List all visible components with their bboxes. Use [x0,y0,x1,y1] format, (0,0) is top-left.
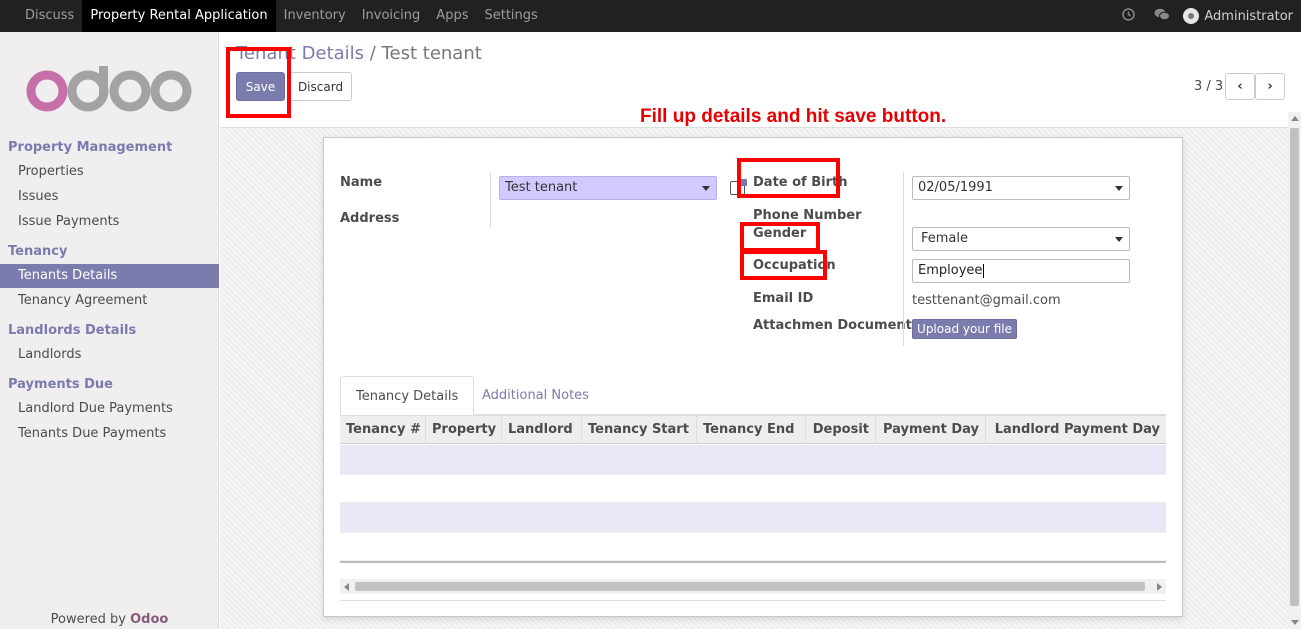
table-row [340,532,1166,561]
clock-icon[interactable] [1111,7,1145,25]
odoo-logo [26,66,192,112]
user-name: Administrator [1204,8,1293,24]
chevron-right-icon: › [1267,79,1273,94]
column-landlord-payment-day[interactable]: Landlord Payment Day [986,416,1166,444]
menu-invoicing[interactable]: Invoicing [354,0,429,32]
occupation-value: Employee [918,263,983,278]
chevron-down-icon [1115,186,1123,191]
pager-next-button[interactable]: › [1255,73,1285,100]
section-property-management: Property Management [8,140,173,155]
menu-property-rental-application[interactable]: Property Rental Application [82,0,276,32]
menu-discuss[interactable]: Discuss [0,0,82,32]
powered-by-text: Powered by [50,612,126,627]
highlight-occupation [740,250,827,280]
horizontal-scrollbar[interactable] [340,579,1166,594]
text-caret [983,263,985,278]
chevron-left-icon: ‹ [1237,79,1243,94]
column-tenancy-end[interactable]: Tenancy End [697,416,806,444]
highlight-save [226,47,291,118]
scroll-thumb[interactable] [1290,128,1299,606]
column-payment-day[interactable]: Payment Day [876,416,986,444]
table-row [340,503,1166,532]
column-tenancy-start[interactable]: Tenancy Start [582,416,697,444]
column-landlord[interactable]: Landlord [502,416,582,444]
chat-icon[interactable] [1145,8,1179,25]
chevron-down-icon [702,186,710,191]
occupation-input[interactable]: Employee [912,259,1130,283]
menu-settings[interactable]: Settings [476,0,545,32]
sidebar-item-landlord-due-payments[interactable]: Landlord Due Payments [0,397,219,421]
email-label: Email ID [753,291,814,306]
section-payments-due: Payments Due [8,377,113,392]
sidebar-item-issues[interactable]: Issues [0,185,219,209]
sidebar-item-issue-payments[interactable]: Issue Payments [0,210,219,234]
scroll-left-icon [344,583,349,591]
table-row [340,474,1166,503]
scroll-right-icon [1157,583,1162,591]
section-landlords-details: Landlords Details [8,323,137,338]
powered-by: Powered by Odoo [0,612,219,627]
top-navbar: Discuss Property Rental Application Inve… [0,0,1301,32]
menu-inventory[interactable]: Inventory [276,0,354,32]
tab-tenancy-details[interactable]: Tenancy Details [340,376,475,415]
systray: Administrator [1111,0,1293,32]
sidebar-item-tenants-details[interactable]: Tenants Details [0,264,219,288]
pager-value: 3 / 3 [1194,79,1224,94]
scroll-thumb[interactable] [355,582,1145,591]
name-field[interactable]: Test tenant [499,176,717,200]
address-label: Address [340,211,400,226]
table-row [340,445,1166,474]
top-menu: Discuss Property Rental Application Inve… [0,0,546,32]
powered-by-brand[interactable]: Odoo [130,612,168,627]
column-deposit[interactable]: Deposit [806,416,876,444]
tab-additional-notes[interactable]: Additional Notes [467,376,604,415]
pager-previous-button[interactable]: ‹ [1225,73,1255,100]
menu-apps[interactable]: Apps [428,0,476,32]
sidebar-item-tenants-due-payments[interactable]: Tenants Due Payments [0,422,219,446]
gender-value: Female [921,231,969,246]
scroll-down-icon [1291,620,1299,625]
phone-label: Phone Number [753,208,862,223]
highlight-gender [740,222,820,252]
sidebar-item-tenancy-agreement[interactable]: Tenancy Agreement [0,289,219,313]
vertical-scrollbar[interactable] [1288,112,1301,629]
scroll-up-icon [1291,116,1299,121]
attachment-label: Attachmen Document [753,318,912,333]
breadcrumb-current: Test tenant [381,43,482,64]
name-value: Test tenant [505,180,578,195]
highlight-dob [737,158,840,198]
column-property[interactable]: Property [426,416,502,444]
table-header: Tenancy # Property Landlord Tenancy Star… [340,415,1166,444]
field-separator [903,172,904,346]
column-tenancy-number[interactable]: Tenancy # [340,416,426,444]
sidebar-item-properties[interactable]: Properties [0,160,219,184]
sidebar-item-landlords[interactable]: Landlords [0,343,219,367]
sidebar: Property Management Properties Issues Is… [0,32,219,629]
name-label: Name [340,175,383,190]
avatar [1183,8,1200,24]
field-separator [490,172,491,228]
upload-file-button[interactable]: Upload your file [912,319,1017,339]
gender-select[interactable]: Female [912,227,1130,251]
dob-value: 02/05/1991 [918,180,993,195]
discard-button[interactable]: Discard [289,72,352,101]
user-menu[interactable]: Administrator [1183,8,1293,24]
section-tenancy: Tenancy [8,244,68,259]
table-footer [340,561,1166,564]
chevron-down-icon [1115,237,1123,242]
divider [340,600,1166,601]
email-value: testtenant@gmail.com [912,293,1061,308]
breadcrumb-separator: / [369,43,376,64]
instruction-annotation: Fill up details and hit save button. [640,106,947,127]
dob-field[interactable]: 02/05/1991 [912,176,1130,200]
